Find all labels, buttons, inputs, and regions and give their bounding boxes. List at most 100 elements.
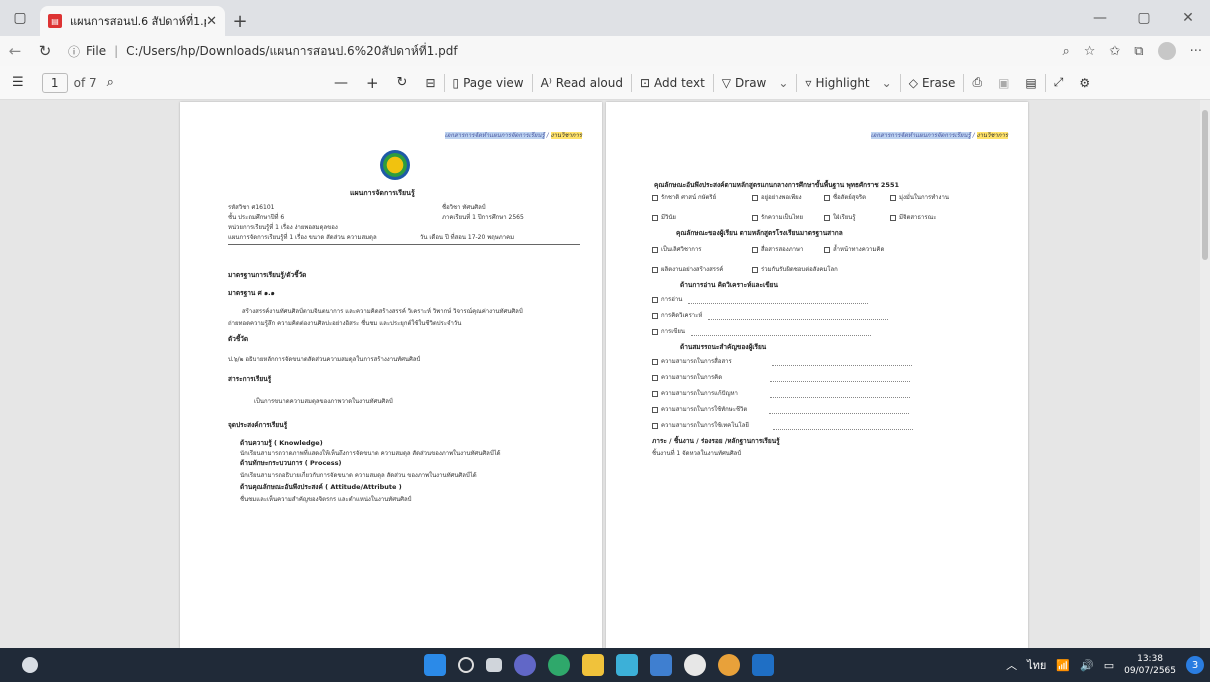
checkbox: [652, 296, 658, 303]
section-heading: คุณลักษณะของผู้เรียน ตามหลักสูตรโรงเรียน…: [676, 229, 843, 237]
refresh-button[interactable]: ↻: [30, 42, 60, 60]
wifi-icon[interactable]: 📶: [1056, 659, 1070, 672]
page-view-icon: ▯: [452, 75, 460, 90]
section-heading: จุดประสงค์การเรียนรู้: [228, 421, 288, 429]
edge-browser-icon[interactable]: [548, 654, 570, 676]
word-icon[interactable]: [752, 654, 774, 676]
zoom-icon[interactable]: ⌕: [1062, 44, 1069, 59]
doc-title: แผนการจัดการเรียนรู้: [350, 189, 415, 197]
fullscreen-icon[interactable]: ⤢: [1054, 75, 1064, 90]
tray-chevron-icon[interactable]: ︿: [1006, 657, 1017, 673]
weather-icon[interactable]: [22, 657, 38, 673]
clock[interactable]: 13:38 09/07/2565: [1124, 653, 1176, 677]
checkbox: [652, 194, 658, 201]
page-header: เอกสารการจัดทำแผนการจัดการเรียนรู้ / งาน…: [444, 132, 582, 139]
calendar-icon[interactable]: [650, 654, 672, 676]
checkbox: [752, 246, 758, 253]
browser-tab[interactable]: ▤ แผนการสอนป.6 สัปดาห์ที่1.pdf ✕: [40, 6, 225, 36]
close-window-button[interactable]: ✕: [1166, 0, 1210, 36]
fit-page-icon[interactable]: ⊟: [425, 76, 435, 90]
tab-actions-icon[interactable]: ▢: [0, 0, 40, 36]
chevron-down-icon[interactable]: ⌄: [882, 76, 892, 90]
url-divider: |: [114, 44, 119, 58]
header-rule: [228, 244, 580, 245]
divider: [443, 73, 445, 92]
meta-line: ภาคเรียนที่ 1 ปีการศึกษา 2565: [442, 214, 524, 221]
settings-gear-icon[interactable]: ⚙: [1079, 76, 1090, 90]
window-controls: — ▢ ✕: [1078, 0, 1210, 36]
new-tab-button[interactable]: +: [225, 6, 255, 36]
rotate-icon[interactable]: ↻: [397, 75, 408, 90]
read-mode-icon[interactable]: ☆: [1084, 44, 1096, 59]
file-explorer-icon[interactable]: [582, 654, 604, 676]
back-button[interactable]: ←: [0, 42, 30, 60]
zoom-out-icon[interactable]: —: [334, 75, 348, 91]
read-aloud-button[interactable]: A⁾ Read aloud: [541, 76, 623, 90]
highlight-button[interactable]: ▿ Highlight ⌄: [805, 76, 891, 90]
meta-line: แผนการจัดการเรียนรู้ที่ 1 เรื่อง ขนาด สั…: [228, 234, 377, 241]
add-text-button[interactable]: ⊡ Add text: [640, 76, 705, 90]
battery-icon[interactable]: ▭: [1104, 659, 1114, 672]
url-prefix: File: [86, 44, 107, 58]
meta-line: วัน เดือน ปี ที่สอน 17-20 พฤษภาคม: [420, 234, 515, 241]
vertical-scrollbar[interactable]: [1200, 100, 1210, 648]
pdf-page-1: เอกสารการจัดทำแผนการจัดการเรียนรู้ / งาน…: [180, 102, 602, 648]
notification-badge[interactable]: 3: [1186, 656, 1204, 674]
subsection-heading: ด้านความรู้ ( Knowledge): [240, 439, 323, 447]
page-view-button[interactable]: ▯ Page view: [453, 76, 524, 90]
draw-icon: ▽: [721, 75, 732, 90]
profile-avatar[interactable]: [1157, 42, 1176, 60]
print-icon[interactable]: ⎙: [972, 75, 982, 90]
app-icon[interactable]: [684, 654, 706, 676]
checkbox-label: ใฝ่เรียนรู้: [833, 214, 856, 221]
checkbox-label: การคิดวิเคราะห์: [661, 312, 703, 319]
highlight-label: Highlight: [815, 75, 870, 90]
restore-button[interactable]: ▢: [1122, 0, 1166, 36]
chrome-icon[interactable]: [718, 654, 740, 676]
draw-label: Draw: [735, 75, 767, 90]
divider: [630, 73, 632, 92]
checkbox-label: เป็นเลิศวิชาการ: [661, 246, 702, 253]
zoom-in-icon[interactable]: +: [366, 74, 379, 92]
save-icon[interactable]: ▣: [998, 76, 1009, 90]
fill-line: [769, 397, 910, 398]
checkbox-label: สื่อสารสองภาษา: [761, 246, 804, 253]
checkbox: [824, 214, 830, 221]
page-number-input[interactable]: 1: [41, 72, 68, 93]
scrollbar-thumb[interactable]: [1202, 110, 1208, 260]
search-icon[interactable]: ⌕: [107, 75, 114, 90]
collections-icon[interactable]: ⧉: [1134, 44, 1143, 59]
erase-button[interactable]: ◇ Erase: [909, 76, 956, 90]
meta-line: ชั้น ประถมศึกษาปีที่ 6: [228, 214, 285, 221]
section-heading: สาระการเรียนรู้: [228, 375, 272, 383]
info-icon[interactable]: ⓘ: [68, 43, 80, 60]
minimize-button[interactable]: —: [1078, 0, 1122, 36]
language-indicator[interactable]: ไทย: [1027, 656, 1046, 674]
page-total: of 7: [73, 75, 97, 90]
volume-icon[interactable]: 🔊: [1080, 659, 1094, 672]
checkbox: [824, 194, 830, 201]
checkbox: [890, 214, 896, 221]
header-text: เอกสารการจัดทำแผนการจัดการเรียนรู้: [444, 132, 545, 139]
save-as-icon[interactable]: ▤: [1025, 76, 1036, 90]
highlight-icon: ▿: [805, 75, 812, 90]
task-view-icon[interactable]: [486, 658, 502, 672]
teams-chat-icon[interactable]: [514, 654, 536, 676]
chevron-down-icon[interactable]: ⌄: [778, 76, 788, 90]
more-menu-icon[interactable]: ···: [1190, 44, 1202, 59]
favorites-icon[interactable]: ✩: [1109, 44, 1120, 59]
close-tab-icon[interactable]: ✕: [206, 14, 217, 29]
body-text: ชิ้นงานที่ 1 จัดหวลในงานทัศนศิลป์: [652, 450, 742, 457]
divider: [963, 73, 965, 92]
url-field[interactable]: ⓘ File | C:/Users/hp/Downloads/แผนการสอน…: [68, 42, 458, 61]
section-heading: ด้านการอ่าน คิดวิเคราะห์และเขียน: [680, 281, 778, 289]
start-windows-icon[interactable]: [424, 654, 446, 676]
fill-line: [770, 381, 911, 382]
search-icon[interactable]: [458, 657, 474, 673]
store-icon[interactable]: [616, 654, 638, 676]
draw-button[interactable]: ▽ Draw ⌄: [722, 76, 789, 90]
header-dept: งานวิชาการ: [550, 132, 582, 139]
contents-icon[interactable]: ☰: [12, 75, 24, 90]
body-text: ชื่นชมและเห็นความสำคัญของจิตรกร และตำแหน…: [240, 496, 412, 503]
checkbox-label: ความสามารถในการแก้ปัญหา: [661, 390, 738, 397]
